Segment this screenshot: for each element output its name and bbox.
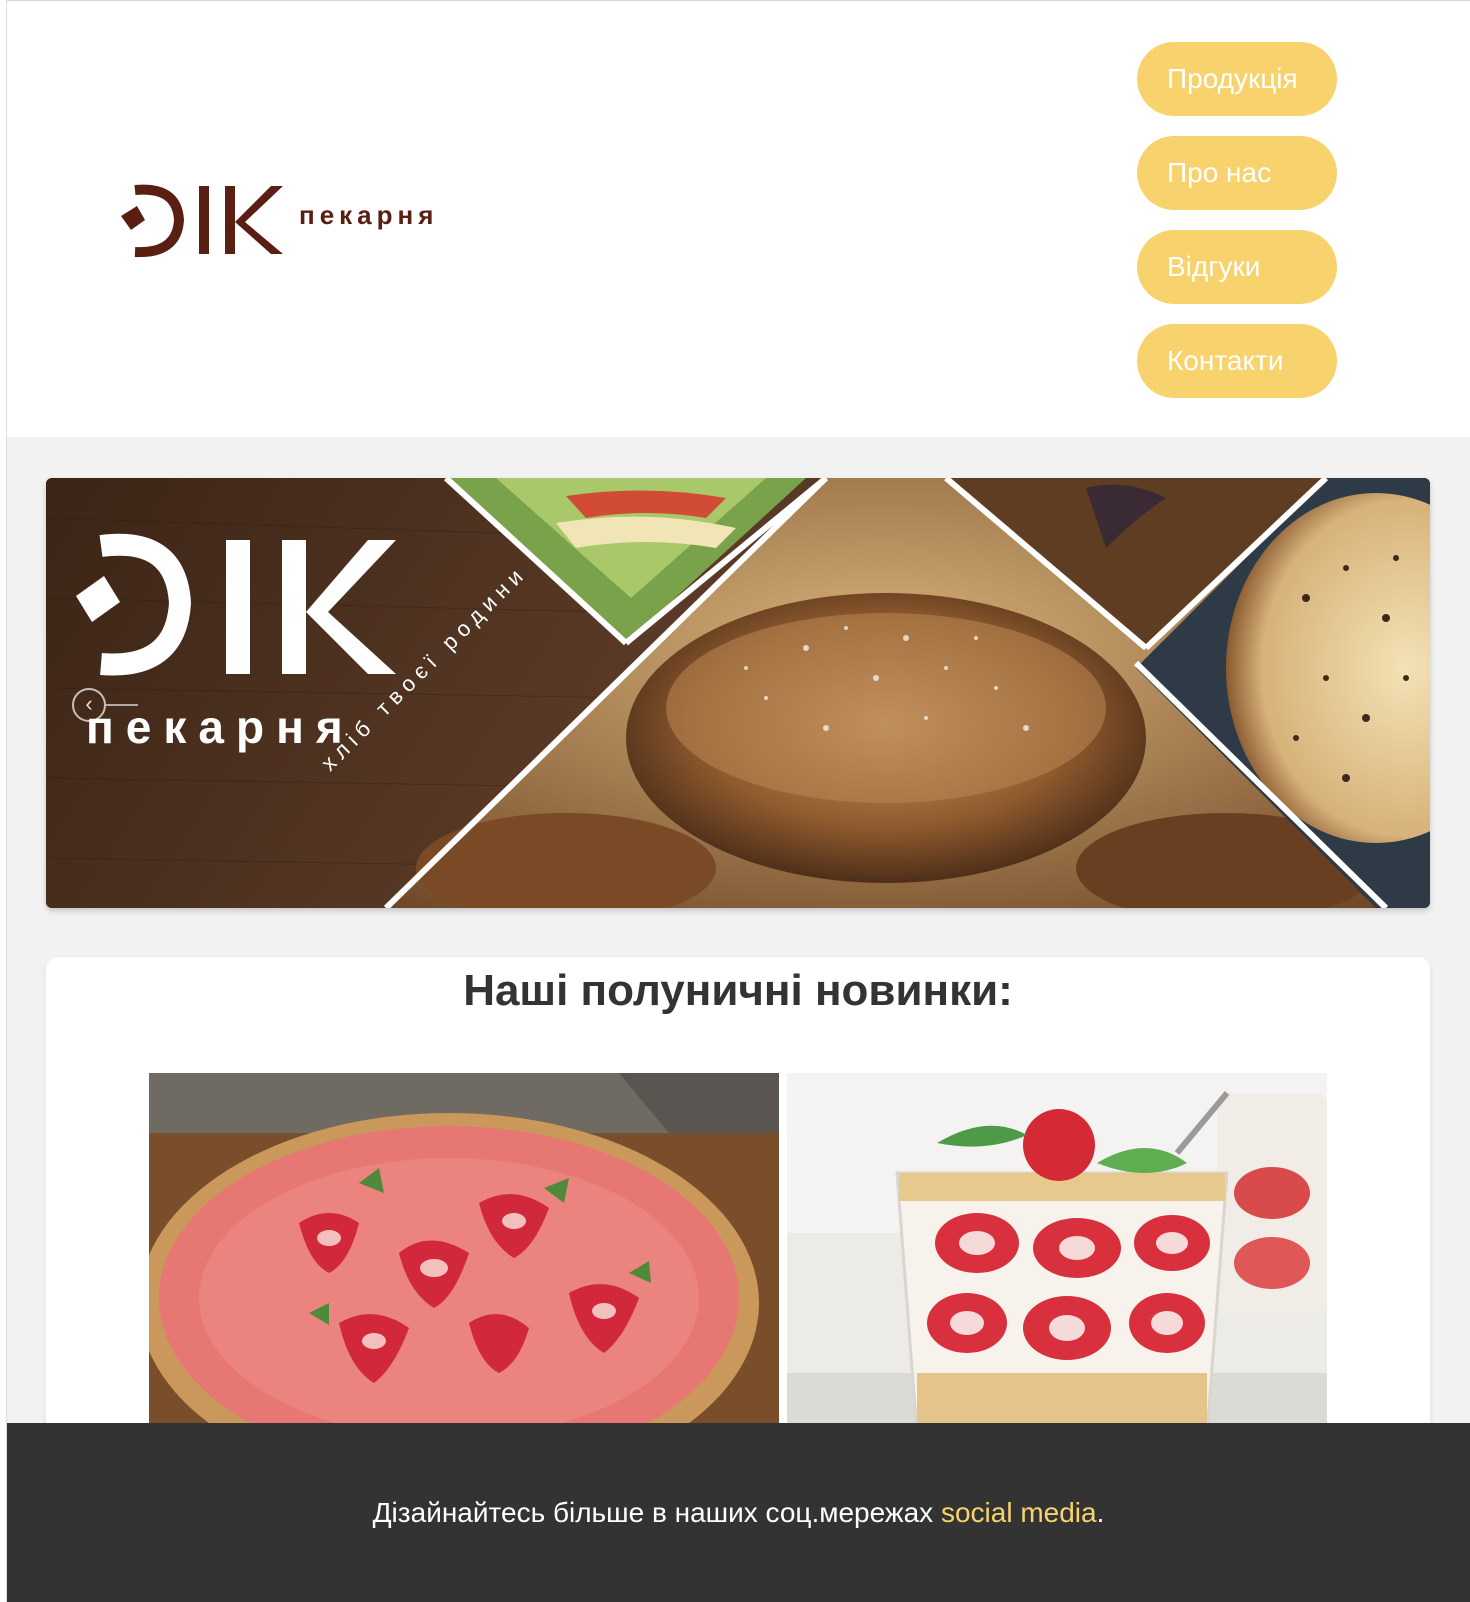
footer-text-main: Дізайнайтесь більше в наших соц.мережах — [372, 1497, 941, 1528]
nav-contacts-button[interactable]: Контакти — [1137, 324, 1337, 398]
carousel-indicator — [106, 704, 138, 706]
nav-products-button[interactable]: Продукція — [1137, 42, 1337, 116]
footer-text: Дізайнайтесь більше в наших соц.мережах … — [7, 1493, 1470, 1533]
page: пекарня Продукція Про нас Відгуки Контак… — [0, 0, 1470, 1602]
main-nav: Продукція Про нас Відгуки Контакти — [1137, 42, 1337, 418]
social-media-link[interactable]: social media — [941, 1497, 1097, 1528]
site-logo[interactable]: пекарня — [115, 176, 515, 266]
strawberry-trifle-image — [787, 1073, 1327, 1457]
trifle-illustration — [787, 1073, 1327, 1457]
footer-text-end: . — [1096, 1497, 1105, 1528]
site-header: пекарня Продукція Про нас Відгуки Контак… — [7, 1, 1470, 437]
nav-reviews-button[interactable]: Відгуки — [1137, 230, 1337, 304]
tart-illustration — [149, 1073, 779, 1457]
logo-word: пекарня — [299, 200, 439, 230]
hero-carousel[interactable]: пекарня хліб твоєї родини ‹ — [46, 478, 1430, 908]
strawberry-tart-image — [149, 1073, 779, 1457]
nav-about-button[interactable]: Про нас — [1137, 136, 1337, 210]
hero-image — [46, 478, 1430, 908]
news-card: Наші полуничні новинки: — [46, 957, 1430, 1457]
chevron-left-icon[interactable]: ‹ — [72, 688, 106, 722]
news-title: Наші полуничні новинки: — [463, 966, 1013, 1015]
banner-logo-word: пекарня — [86, 701, 355, 753]
site-footer: Дізайнайтесь більше в наших соц.мережах … — [7, 1423, 1470, 1602]
window-left-edge — [0, 0, 7, 1602]
